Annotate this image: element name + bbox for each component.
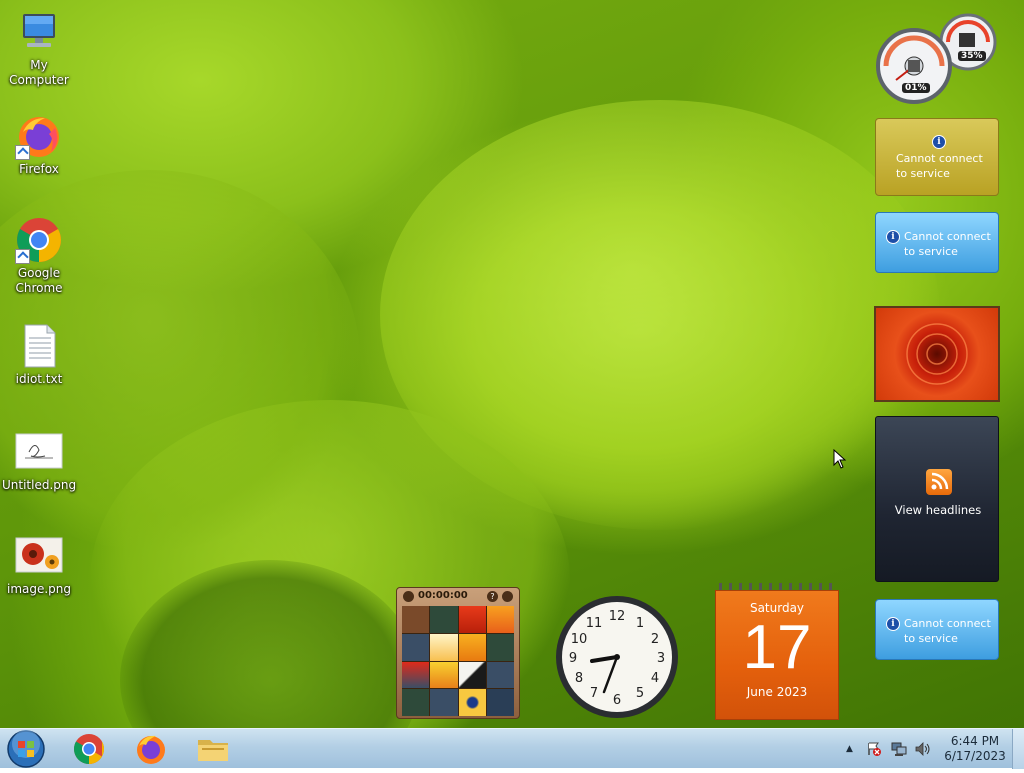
desktop-icon-untitled-png[interactable]: Untitled.png xyxy=(2,428,76,493)
puzzle-tile[interactable] xyxy=(430,606,458,633)
puzzle-tile[interactable] xyxy=(486,633,514,661)
svg-text:6: 6 xyxy=(613,693,621,708)
desktop-icon-image-png[interactable]: image.png xyxy=(2,532,76,597)
show-hidden-icons-button[interactable]: ▲ xyxy=(846,729,853,769)
clock-date: 6/17/2023 xyxy=(944,749,1006,763)
taskbar-explorer-button[interactable] xyxy=(186,731,240,767)
mouse-cursor-icon xyxy=(833,448,847,473)
clock-time: 6:44 PM xyxy=(950,734,1000,748)
puzzle-tile[interactable] xyxy=(402,661,430,689)
svg-text:12: 12 xyxy=(609,609,626,624)
desktop-icon-my-computer[interactable]: My Computer xyxy=(2,8,76,88)
calendar-month-year: June 2023 xyxy=(746,685,808,699)
computer-icon xyxy=(15,8,63,56)
currency-service-message: Cannot connect to service xyxy=(896,152,983,180)
info-icon: i xyxy=(886,617,900,631)
desktop-icon-label: Untitled.png xyxy=(2,478,77,492)
show-desktop-button[interactable] xyxy=(1012,729,1024,769)
flower-photo xyxy=(906,323,968,385)
stocks-service-message: Cannot connect to service xyxy=(904,617,991,645)
image-file-icon xyxy=(15,428,63,476)
folder-icon xyxy=(198,740,228,761)
chrome-icon xyxy=(15,216,63,264)
info-icon: i xyxy=(886,230,900,244)
svg-text:7: 7 xyxy=(590,686,598,701)
text-file-icon xyxy=(15,322,63,370)
svg-text:9: 9 xyxy=(569,651,577,666)
action-center-icon[interactable] xyxy=(866,741,882,757)
view-headlines-link[interactable]: View headlines xyxy=(876,503,1000,517)
puzzle-tile[interactable] xyxy=(486,606,514,633)
cpu-usage-value: 01% xyxy=(902,83,930,93)
puzzle-tile[interactable] xyxy=(458,633,486,661)
rss-icon xyxy=(926,469,952,495)
desktop-icon-label: My Computer xyxy=(9,58,69,87)
picture-puzzle-gadget[interactable]: 00:00:00 ? xyxy=(396,587,520,719)
windows-logo-icon xyxy=(7,730,45,768)
memory-usage-value: 35% xyxy=(958,51,986,61)
shortcut-arrow-icon xyxy=(15,249,30,264)
puzzle-tile[interactable] xyxy=(486,661,514,689)
cpu-meter-gadget[interactable]: 01% 35% xyxy=(874,8,1000,104)
desktop-icon-label: idiot.txt xyxy=(15,372,63,386)
svg-text:5: 5 xyxy=(636,686,644,701)
volume-icon[interactable] xyxy=(914,741,932,757)
puzzle-tile[interactable] xyxy=(402,606,430,633)
firefox-icon xyxy=(15,112,63,160)
puzzle-tile[interactable] xyxy=(458,606,486,633)
timer-icon xyxy=(403,591,414,602)
analog-clock-gadget[interactable]: 12 1 2 345 678 9 10 11 xyxy=(554,594,680,720)
puzzle-board[interactable] xyxy=(402,606,514,716)
desktop-icon-idiot-txt[interactable]: idiot.txt xyxy=(2,322,76,387)
taskbar: ▲ 6:44 PM 6/17/2023 xyxy=(0,728,1024,769)
clock-face-icon: 12 12 345 678 91011 xyxy=(556,596,678,718)
settings-icon[interactable] xyxy=(502,591,513,602)
svg-text:1: 1 xyxy=(636,616,644,631)
desktop-icon-label: Firefox xyxy=(19,162,59,176)
calendar-day: 17 xyxy=(742,613,812,682)
puzzle-tile[interactable] xyxy=(458,689,486,716)
shortcut-arrow-icon xyxy=(15,145,30,160)
taskbar-chrome-button[interactable] xyxy=(62,731,116,767)
info-icon: i xyxy=(932,135,946,149)
svg-text:3: 3 xyxy=(657,651,665,666)
desktop-icon-firefox[interactable]: Firefox xyxy=(2,112,76,177)
puzzle-timer: 00:00:00 xyxy=(418,590,468,601)
svg-text:4: 4 xyxy=(651,671,659,686)
desktop-icon-label: Google Chrome xyxy=(15,266,63,295)
stocks-gadget[interactable]: i Cannot connect to service xyxy=(875,599,999,660)
puzzle-tile[interactable] xyxy=(486,689,514,716)
weather-gadget[interactable]: i Cannot connect to service xyxy=(875,212,999,273)
firefox-icon xyxy=(137,735,165,764)
chrome-icon xyxy=(73,734,105,764)
currency-gadget[interactable]: i Cannot connect to service xyxy=(875,118,999,196)
puzzle-tile[interactable] xyxy=(430,689,458,716)
feed-headlines-gadget[interactable]: View headlines xyxy=(875,416,999,582)
puzzle-tile[interactable] xyxy=(458,661,486,689)
desktop: My Computer Firefox Google Chrome idiot.… xyxy=(0,0,1024,768)
puzzle-tile[interactable] xyxy=(402,633,430,661)
system-clock[interactable]: 6:44 PM 6/17/2023 xyxy=(940,729,1010,769)
svg-text:10: 10 xyxy=(571,632,588,647)
image-file-icon xyxy=(15,532,63,580)
svg-text:8: 8 xyxy=(575,671,583,686)
calendar-gadget[interactable]: Saturday 17 June 2023 xyxy=(715,583,839,720)
puzzle-tile[interactable] xyxy=(430,661,458,689)
start-button[interactable] xyxy=(6,729,46,769)
puzzle-tile[interactable] xyxy=(430,633,458,661)
calendar-page: Saturday 17 June 2023 xyxy=(715,590,839,720)
desktop-icon-google-chrome[interactable]: Google Chrome xyxy=(2,216,76,296)
puzzle-tile[interactable] xyxy=(402,689,430,716)
svg-text:2: 2 xyxy=(651,632,659,647)
taskbar-firefox-button[interactable] xyxy=(124,731,178,767)
svg-text:11: 11 xyxy=(586,616,603,631)
slideshow-gadget[interactable] xyxy=(874,306,1000,402)
desktop-icon-label: image.png xyxy=(6,582,72,596)
help-icon[interactable]: ? xyxy=(487,591,498,602)
network-icon[interactable] xyxy=(890,741,908,757)
weather-service-message: Cannot connect to service xyxy=(904,230,991,258)
